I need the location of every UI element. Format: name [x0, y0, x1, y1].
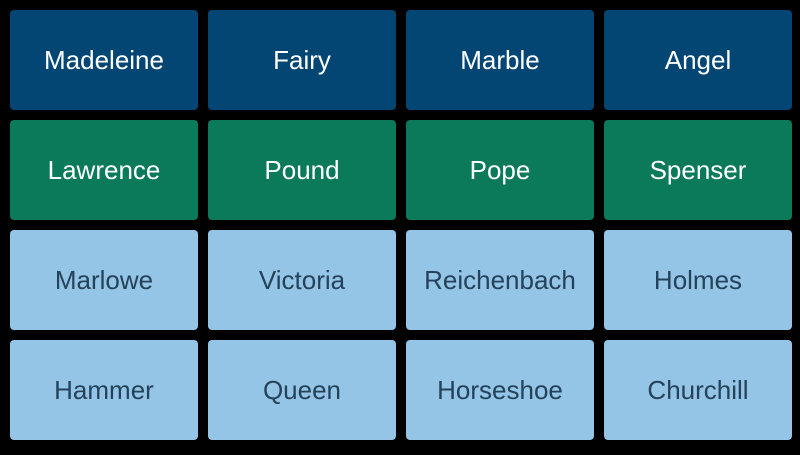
puzzle-board: Madeleine Fairy Marble Angel Lawrence Po… — [0, 0, 800, 455]
word-tile[interactable]: Marble — [406, 10, 594, 110]
word-tile[interactable]: Madeleine — [10, 10, 198, 110]
word-tile[interactable]: Victoria — [208, 230, 396, 330]
word-tile[interactable]: Reichenbach — [406, 230, 594, 330]
word-tile[interactable]: Churchill — [604, 340, 792, 440]
word-tile[interactable]: Spenser — [604, 120, 792, 220]
word-tile[interactable]: Queen — [208, 340, 396, 440]
word-tile[interactable]: Lawrence — [10, 120, 198, 220]
word-tile[interactable]: Angel — [604, 10, 792, 110]
word-tile[interactable]: Horseshoe — [406, 340, 594, 440]
word-tile[interactable]: Pound — [208, 120, 396, 220]
word-tile[interactable]: Holmes — [604, 230, 792, 330]
word-tile[interactable]: Pope — [406, 120, 594, 220]
word-tile[interactable]: Hammer — [10, 340, 198, 440]
word-tile[interactable]: Marlowe — [10, 230, 198, 330]
word-tile[interactable]: Fairy — [208, 10, 396, 110]
